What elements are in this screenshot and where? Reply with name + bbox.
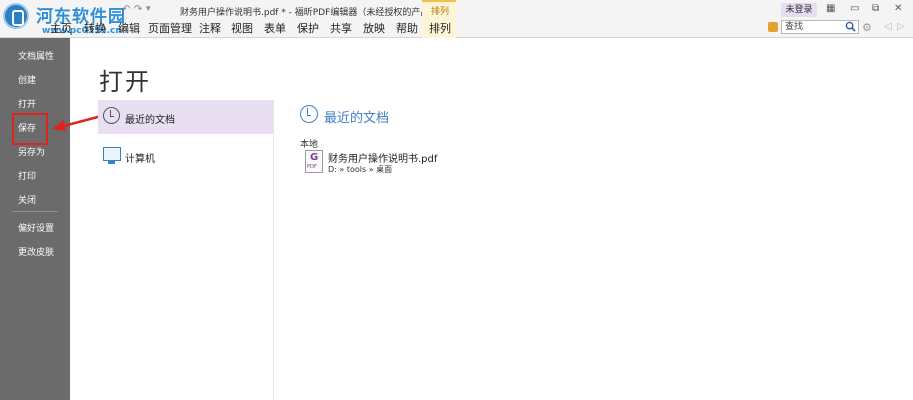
sidebar-item-print[interactable]: 打印	[18, 169, 36, 182]
layout-icon[interactable]: ▦	[826, 3, 835, 14]
pdf-file-icon[interactable]: G PDF	[305, 150, 323, 173]
window-title: 财务用户操作说明书.pdf * - 福昕PDF编辑器（未经授权的产品）	[180, 8, 439, 18]
undo-icon[interactable]: ↶	[122, 4, 130, 15]
menu-convert[interactable]: 转换	[84, 20, 106, 36]
backstage-sidebar: 文档属性 创建 打开 保存 另存为 打印 关闭 偏好设置 更改皮肤	[0, 38, 70, 400]
app-logo-icon[interactable]	[3, 3, 29, 29]
close-icon[interactable]: ✕	[894, 3, 902, 14]
pdf-editor-window: 河东软件园 www.pc0359.cn ↶ ↷ ▾ 财务用户操作说明书.pdf …	[0, 0, 913, 400]
local-group-label: 本地	[300, 140, 319, 150]
annotation-highlight-box	[12, 113, 48, 145]
prev-icon[interactable]: ◁	[884, 21, 892, 32]
nav-recent-documents[interactable]: 最近的文档	[98, 100, 273, 134]
menu-share[interactable]: 共享	[330, 20, 352, 36]
menu-view[interactable]: 视图	[231, 20, 253, 36]
panel-divider	[273, 100, 274, 400]
page-title: 打开	[99, 68, 151, 96]
menu-edit[interactable]: 编辑	[118, 20, 140, 36]
sidebar-item-skin[interactable]: 更改皮肤	[18, 245, 54, 258]
login-button[interactable]: 未登录	[781, 3, 817, 17]
sidebar-item-properties[interactable]: 文档属性	[18, 49, 54, 62]
nav-computer[interactable]: 计算机	[98, 142, 273, 172]
recent-file-path: D: » tools » 桌面	[328, 165, 393, 174]
recent-section-title: 最近的文档	[324, 111, 390, 126]
quick-access-more-icon[interactable]: ▾	[146, 4, 151, 14]
sidebar-divider	[12, 211, 58, 212]
sidebar-item-create[interactable]: 创建	[18, 73, 36, 86]
nav-computer-label: 计算机	[125, 154, 155, 165]
computer-icon	[103, 147, 121, 164]
minimize-icon[interactable]: ▭	[850, 3, 859, 14]
menu-slideshow[interactable]: 放映	[363, 20, 385, 36]
sidebar-item-open[interactable]: 打开	[18, 97, 36, 110]
next-icon[interactable]: ▷	[897, 21, 905, 32]
recent-clock-icon	[300, 105, 318, 123]
sidebar-item-preferences[interactable]: 偏好设置	[18, 221, 54, 234]
title-ribbon-bar: 河东软件园 www.pc0359.cn ↶ ↷ ▾ 财务用户操作说明书.pdf …	[0, 0, 913, 38]
recent-file-name[interactable]: 财务用户操作说明书.pdf	[328, 150, 437, 165]
menu-form[interactable]: 表单	[264, 20, 286, 36]
sidebar-item-save-as[interactable]: 另存为	[18, 145, 45, 158]
restore-icon[interactable]: ⧉	[872, 3, 879, 14]
gear-icon[interactable]: ⚙	[862, 21, 872, 34]
context-group-label: 排列	[431, 7, 450, 17]
clock-icon	[103, 107, 120, 124]
redo-icon[interactable]: ↷	[134, 4, 142, 15]
search-icon[interactable]	[845, 21, 856, 32]
menu-comment[interactable]: 注释	[199, 20, 221, 36]
menu-page-manage[interactable]: 页面管理	[148, 20, 192, 36]
nav-recent-label: 最近的文档	[125, 115, 175, 126]
menu-protect[interactable]: 保护	[297, 20, 319, 36]
sidebar-item-close[interactable]: 关闭	[18, 193, 36, 206]
menu-help[interactable]: 帮助	[396, 20, 418, 36]
menu-arrange[interactable]: 排列	[429, 20, 451, 36]
menu-home[interactable]: 主页	[50, 20, 72, 36]
lock-icon	[768, 22, 778, 32]
